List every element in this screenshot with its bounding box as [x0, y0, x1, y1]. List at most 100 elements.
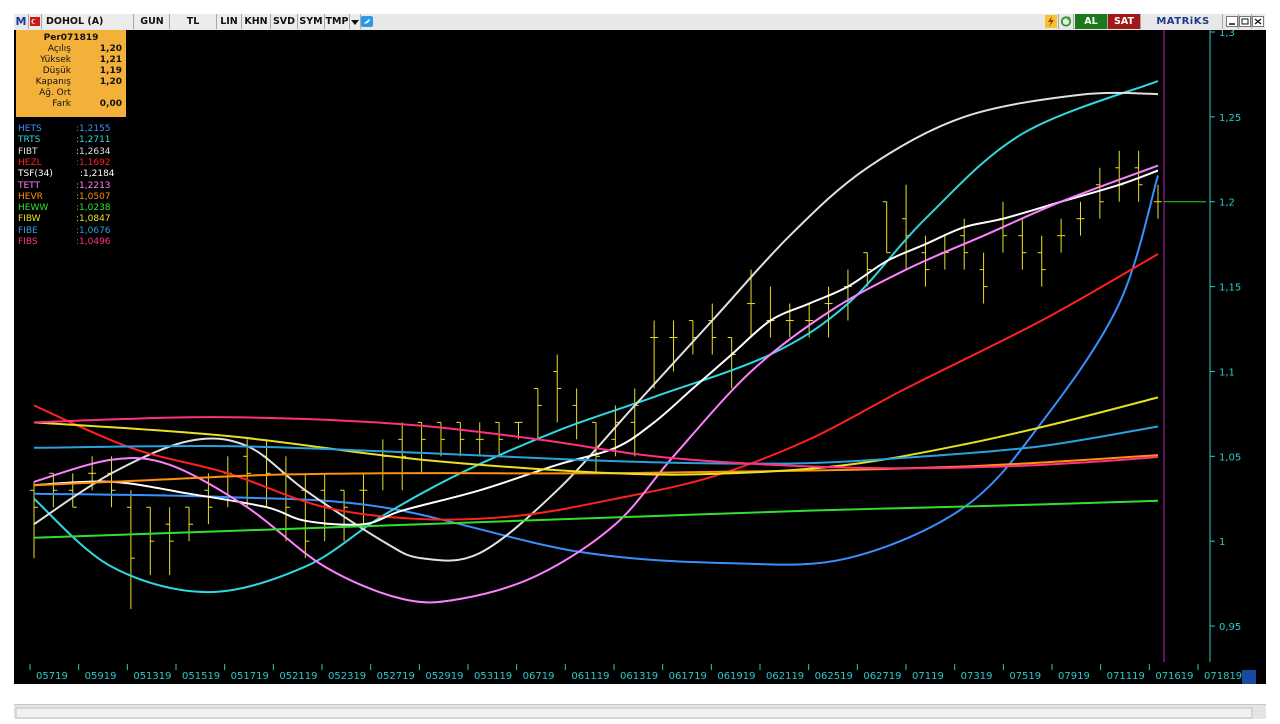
- buy-button[interactable]: AL: [1075, 14, 1108, 29]
- tab-gun[interactable]: GUN: [135, 14, 170, 29]
- x-tick-label: 052119: [279, 671, 317, 682]
- legend-name: TETT: [18, 180, 41, 191]
- price-bar: [1095, 167, 1104, 219]
- legend-value: :1,2155: [76, 124, 111, 134]
- legend-item-fibt: FIBT:1,2634: [18, 147, 128, 158]
- restore-icon[interactable]: [1239, 14, 1252, 29]
- price-bar: [1018, 218, 1027, 270]
- price-bar: [301, 473, 310, 559]
- lightning-icon[interactable]: [1044, 14, 1059, 29]
- brand-name: MATRiKS: [1144, 14, 1223, 29]
- price-bar: [126, 490, 135, 610]
- price-bar: [165, 507, 174, 576]
- x-tick-label: 07119: [912, 671, 944, 682]
- price-bar: [979, 252, 988, 304]
- x-axis: 05719 05919 051319 051519 051719 052119 052319…: [14, 662, 1266, 684]
- twitter-icon[interactable]: [361, 14, 373, 29]
- y-tick-label: 1,25: [1219, 113, 1241, 124]
- x-tick-label: 053119: [474, 671, 512, 682]
- x-tick-label: 07519: [1009, 671, 1041, 682]
- settings-icon[interactable]: [1242, 670, 1256, 684]
- tab-khn[interactable]: KHN: [242, 14, 271, 29]
- legend-value: :1,0238: [76, 203, 111, 214]
- price-bar: [146, 506, 155, 576]
- info-row-avg: Ağ. Ort: [16, 88, 126, 99]
- info-label: Ağ. Ort: [39, 88, 71, 98]
- price-bar: [630, 388, 639, 457]
- info-value: 1,20: [99, 44, 122, 54]
- x-tick-label: 07919: [1058, 671, 1090, 682]
- chart-canvas[interactable]: 1,3 1,25 1,2 1,15 1,1 1,05 1 0,95: [14, 30, 1266, 662]
- y-tick-label: 1,3: [1219, 30, 1235, 39]
- price-bar: [456, 421, 465, 457]
- legend-item-tett: TETT:1,2213: [18, 181, 128, 192]
- sell-button[interactable]: SAT: [1108, 14, 1141, 29]
- price-bar: [1076, 201, 1085, 236]
- y-tick-label: 1,2: [1219, 198, 1235, 209]
- price-bar: [1154, 184, 1162, 219]
- ohlc-info-box: Per071819 Açılış 1,20 Yüksek 1,21 Düşük …: [16, 30, 126, 117]
- info-label: Açılış: [47, 44, 71, 54]
- indicator-line-trts: [33, 80, 1159, 594]
- tab-sym[interactable]: SYM: [298, 14, 325, 29]
- legend-name: HETS: [18, 124, 42, 134]
- x-tick-label: 052719: [377, 671, 415, 682]
- refresh-icon[interactable]: [1059, 14, 1074, 29]
- price-bar: [398, 422, 407, 491]
- x-tick-label: 05919: [85, 671, 117, 682]
- x-tick-label: 052919: [425, 671, 463, 682]
- price-bar: [553, 354, 562, 423]
- y-tick-label: 1,05: [1219, 452, 1241, 463]
- x-tick-label: 052319: [328, 671, 366, 682]
- info-title: Per071819: [43, 33, 99, 43]
- horizontal-scrollbar[interactable]: [14, 704, 1266, 719]
- legend-name: FIBS: [18, 237, 38, 247]
- legend-value: :1,0496: [76, 237, 111, 247]
- price-bar: [708, 303, 717, 355]
- x-tick-label: 062719: [863, 671, 901, 682]
- close-icon[interactable]: [1252, 14, 1264, 29]
- price-bar: [68, 473, 77, 508]
- price-bar: [49, 472, 58, 508]
- indicator-line-heww: [33, 499, 1159, 539]
- price-bar: [785, 303, 794, 338]
- dropdown-arrow-icon[interactable]: [350, 14, 361, 29]
- matriks-logo: M: [14, 14, 29, 29]
- minimize-icon[interactable]: [1226, 14, 1239, 29]
- legend-value: :1,0507: [76, 191, 111, 202]
- legend-name: HEVR: [18, 191, 43, 202]
- x-tick-label: 061119: [571, 671, 609, 682]
- price-bar: [1037, 235, 1046, 287]
- x-tick-label: 06719: [523, 671, 555, 682]
- info-label: Düşük: [42, 66, 71, 76]
- x-tick-label: 051719: [231, 671, 269, 682]
- tab-lin[interactable]: LIN: [217, 14, 242, 29]
- tab-tl[interactable]: TL: [170, 14, 217, 29]
- flag-icon: [29, 14, 42, 29]
- info-label: Fark: [52, 99, 71, 109]
- tab-svd[interactable]: SVD: [271, 14, 298, 29]
- price-bar: [185, 506, 194, 542]
- info-row-diff: Fark 0,00: [16, 99, 126, 110]
- price-chart[interactable]: 1,3 1,25 1,2 1,15 1,1 1,05 1 0,95 Per071819 Açı…: [14, 30, 1266, 662]
- legend-name: TSF(34): [18, 169, 53, 180]
- x-tick-label: 071619: [1155, 671, 1193, 682]
- x-axis-area: 05719 05919 051319 051519 051719 052119 052319…: [14, 662, 1266, 692]
- legend-name: FIBE: [18, 225, 38, 236]
- tab-tmp[interactable]: TMP: [325, 14, 350, 29]
- legend-name: HEZL: [18, 157, 42, 168]
- legend-item-hezl: HEZL:1,1692: [18, 158, 128, 169]
- price-bar: [766, 286, 775, 338]
- price-bar: [262, 439, 271, 508]
- legend-value: :1,2634: [76, 146, 111, 157]
- legend-value: :1,0847: [76, 214, 111, 225]
- info-value: 1,20: [99, 77, 122, 87]
- info-value: 1,21: [99, 55, 122, 65]
- info-label: Kapanış: [35, 77, 71, 87]
- symbol-selector[interactable]: DOHOL (A): [42, 14, 134, 29]
- x-tick-label: 071819: [1204, 671, 1242, 682]
- legend-item-fibs: FIBS :1,0496: [18, 237, 128, 248]
- scrollbar-track[interactable]: [14, 706, 1266, 720]
- x-tick-label: 062119: [766, 671, 804, 682]
- x-tick-label: 062519: [815, 671, 853, 682]
